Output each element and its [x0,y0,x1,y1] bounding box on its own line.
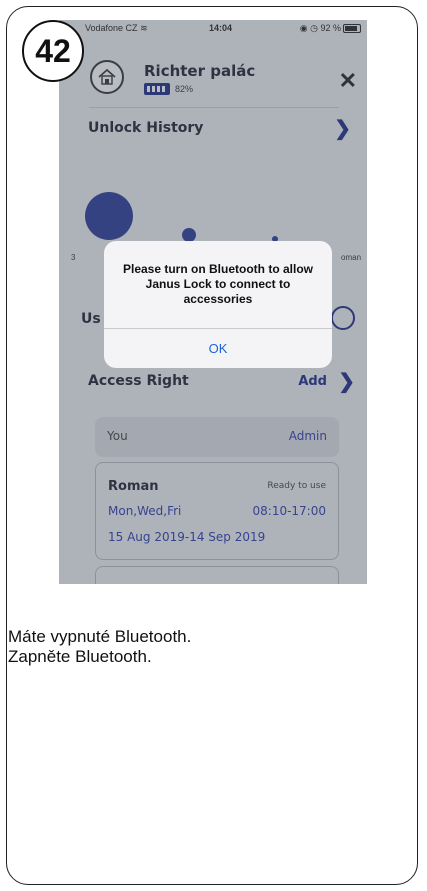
instruction-caption: Máte vypnuté Bluetooth. Zapněte Bluetoot… [8,627,191,667]
alert-message: Please turn on Bluetooth to allow Janus … [122,262,313,306]
step-number-badge: 42 [22,20,84,82]
caption-line: Máte vypnuté Bluetooth. [8,627,192,646]
phone-screen: Vodafone CZ ≋ 14:04 ◉ ◷ 92 % Richter pal… [59,20,367,584]
step-number: 42 [35,32,71,69]
bluetooth-alert: Please turn on Bluetooth to allow Janus … [104,241,332,368]
alert-ok-button[interactable]: OK [104,329,332,368]
caption-line: Zapněte Bluetooth. [8,647,152,666]
